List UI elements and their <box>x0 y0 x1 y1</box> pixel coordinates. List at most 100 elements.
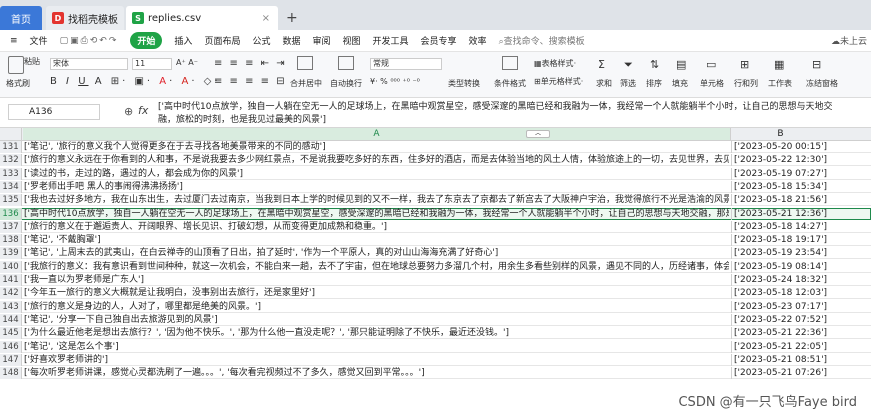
menu-file[interactable]: 文件 <box>30 34 48 47</box>
tab-home[interactable]: 首页 <box>0 6 42 30</box>
formula-input[interactable]: ['高中时代10点放学，独自一人躺在空无一人的足球场上，在黑暗中观赏星空，感受深… <box>158 101 838 127</box>
row-number[interactable]: 147 <box>0 353 22 366</box>
cell-b[interactable]: ['2023-05-21 12:36'] <box>731 207 831 220</box>
cell-b[interactable]: ['2023-05-24 18:32'] <box>731 274 831 286</box>
cell-a[interactable]: ['高中时代10点放学，独自一人躺在空无一人的足球场上，在黑暗中观赏星空，感受深… <box>23 208 729 220</box>
cell-a[interactable]: ['每次听罗老师讲课，感觉心灵都洗刷了一遍。。。', '每次看完视频过不了多久，… <box>23 367 729 379</box>
menu-member[interactable]: 会员专享 <box>421 34 457 47</box>
table-row[interactable]: 144 ['笔记', '分享一下自己独自出去旅游见到的风景'] ['2023-05-… <box>0 313 871 326</box>
align-buttons-bottom[interactable]: ≡ ≡ ≡ ≡ ⊟ <box>214 76 287 87</box>
row-col-button[interactable]: 行和列 <box>734 78 758 89</box>
hamburger-icon[interactable]: ≡ <box>10 36 18 46</box>
merge-center-button[interactable]: 合并居中 <box>290 78 322 89</box>
select-all-corner[interactable] <box>0 128 22 140</box>
name-box[interactable]: A136 <box>8 104 100 120</box>
row-number[interactable]: 144 <box>0 313 22 326</box>
align-buttons-top[interactable]: ≡ ≡ ≡ ⇤ ⇥ <box>214 58 287 69</box>
row-number[interactable]: 141 <box>0 274 22 286</box>
table-row[interactable]: 132 ['旅行的意义永远在于你看到的人和事，不是说我要去多少网红景点，不是说我要… <box>0 154 871 167</box>
table-row[interactable]: 145 ['为什么最近他老是想出去旅行？', '因为他不快乐。', '那为什么他一… <box>0 327 871 340</box>
cell-a[interactable]: ['罗老师出手吧 黑人的事闹得沸沸扬扬'] <box>23 181 729 193</box>
font-name-select[interactable]: 宋体 <box>50 58 128 70</box>
cloud-status[interactable]: ☁未上云 <box>831 34 867 47</box>
table-style-button[interactable]: ▦表格样式· <box>534 58 576 69</box>
sheet-button[interactable]: 工作表 <box>768 78 792 89</box>
fx-icon[interactable]: fx <box>138 104 148 117</box>
font-style-buttons[interactable]: B I U A ⊞· ▣· A· A· ◇· <box>50 76 221 87</box>
paste-icon[interactable] <box>8 56 24 74</box>
cell-a[interactable]: ['今年五一旅行的意义大概就是让我明白，没事别出去旅行，还是家里好'] <box>23 287 729 299</box>
menu-formula[interactable]: 公式 <box>252 34 270 47</box>
freeze-panes-button[interactable]: 冻结窗格 <box>806 78 838 89</box>
cell-b[interactable]: ['2023-05-19 08:14'] <box>731 260 831 273</box>
search-commands[interactable]: ⌕查找命令、搜索模板 <box>499 34 585 47</box>
cell-style-button[interactable]: ⊞单元格样式· <box>534 76 583 87</box>
cell-b[interactable]: ['2023-05-18 12:03'] <box>731 287 831 300</box>
row-number[interactable]: 145 <box>0 327 22 340</box>
table-row[interactable]: 140 ['我旅行的意义：我有意识看到世间种种，就这一次机会，不能白来一趟，去不了… <box>0 260 871 273</box>
menu-page-layout[interactable]: 页面布局 <box>204 34 240 47</box>
cell-a[interactable]: ['读过的书，走过的路，遇过的人，都会成为你的风景'] <box>23 168 729 180</box>
cell-a[interactable]: ['笔记', '不戴胸罩'] <box>23 234 729 246</box>
number-format-buttons[interactable]: ¥· % ⁰⁰⁰ ⁺⁰ ⁻⁰ <box>370 77 420 86</box>
cell-a[interactable]: ['为什么最近他老是想出去旅行？', '因为他不快乐。', '那为什么他一直没走… <box>23 327 729 339</box>
table-row[interactable]: 133 ['读过的书，走过的路，遇过的人，都会成为你的风景'] ['2023-05-… <box>0 167 871 180</box>
number-format-select[interactable]: 常规 <box>370 58 442 70</box>
font-size-buttons[interactable]: A⁺ A⁻ <box>176 58 198 67</box>
table-row[interactable]: 134 ['罗老师出手吧 黑人的事闹得沸沸扬扬'] ['2023-05-18 15:… <box>0 180 871 193</box>
menu-insert[interactable]: 插入 <box>174 34 192 47</box>
cell-b[interactable]: ['2023-05-18 21:56'] <box>731 194 831 207</box>
collapse-formula-icon[interactable]: ︿ <box>526 130 550 138</box>
menu-developer[interactable]: 开发工具 <box>373 34 409 47</box>
cell-a[interactable]: ['好喜欢罗老师讲的'] <box>23 354 729 366</box>
table-row[interactable]: 139 ['笔记', '上周末去的武夷山，在白云禅寺的山顶看了日出，拍了延时', … <box>0 247 871 260</box>
row-number[interactable]: 146 <box>0 340 22 353</box>
table-row[interactable]: 142 ['今年五一旅行的意义大概就是让我明白，没事别出去旅行，还是家里好'] ['… <box>0 287 871 300</box>
cell-b[interactable]: ['2023-05-21 22:05'] <box>731 340 831 353</box>
row-number[interactable]: 140 <box>0 260 22 273</box>
row-number[interactable]: 135 <box>0 194 22 207</box>
column-b-header[interactable]: B <box>730 128 830 140</box>
cell-a[interactable]: ['旅行的意义永远在于你看到的人和事，不是说我要去多少网红景点，不是说我要吃多好… <box>23 154 729 166</box>
cell-b[interactable]: ['2023-05-18 19:17'] <box>731 234 831 247</box>
row-number[interactable]: 137 <box>0 220 22 233</box>
cell-a[interactable]: ['旅行的意义是身边的人，人对了，哪里都是绝美的风景。'] <box>23 301 729 313</box>
menu-data[interactable]: 数据 <box>282 34 300 47</box>
menu-start[interactable]: 开始 <box>130 32 163 49</box>
cell-b[interactable]: ['2023-05-18 15:34'] <box>731 180 831 193</box>
row-number[interactable]: 132 <box>0 154 22 167</box>
fill-button[interactable]: 填充 <box>672 78 688 89</box>
row-number[interactable]: 136 <box>0 207 22 220</box>
menu-view[interactable]: 视图 <box>343 34 361 47</box>
cell-b[interactable]: ['2023-05-19 23:54'] <box>731 247 831 260</box>
table-row[interactable]: 137 ['旅行的意义在于邂逅贵人、开阔眼界、增长见识、打破幻想，从而变得更加成熟… <box>0 220 871 233</box>
new-tab-button[interactable]: + <box>286 6 302 30</box>
sort-button[interactable]: 排序 <box>646 78 662 89</box>
font-size-select[interactable]: 11 <box>132 58 172 70</box>
table-row[interactable]: 135 ['我也去过好多地方，我在山东出生，去过厦门去过南京，当我到日本上学的时候… <box>0 194 871 207</box>
cell-a[interactable]: ['笔记', '上周末去的武夷山，在白云禅寺的山顶看了日出，拍了延时', '作为… <box>23 247 729 259</box>
table-row[interactable]: 147 ['好喜欢罗老师讲的'] ['2023-05-21 08:51'] <box>0 353 871 366</box>
row-number[interactable]: 138 <box>0 234 22 247</box>
table-row[interactable]: 131 ['笔记', '旅行的意义我个人觉得更多在于去寻找各地美景带来的不同的感动… <box>0 141 871 154</box>
conditional-format-button[interactable]: 条件格式 <box>494 78 526 89</box>
close-tab-icon[interactable]: × <box>262 13 270 24</box>
row-number[interactable]: 143 <box>0 300 22 313</box>
format-painter-button[interactable]: 格式刷 <box>6 78 30 89</box>
type-convert-button[interactable]: 类型转换 <box>448 78 480 89</box>
sum-button[interactable]: 求和 <box>596 78 612 89</box>
zoom-icon[interactable]: ⊕ <box>124 105 133 118</box>
table-row[interactable]: 148 ['每次听罗老师讲课，感觉心灵都洗刷了一遍。。。', '每次看完视频过不了… <box>0 367 871 380</box>
quick-access-icons[interactable]: ▢▣⎙⟲↶↷ <box>60 36 119 46</box>
cell-a[interactable]: ['笔记', '这是怎么个事'] <box>23 341 729 353</box>
table-row[interactable]: 138 ['笔记', '不戴胸罩'] ['2023-05-18 19:17'] <box>0 234 871 247</box>
table-row[interactable]: 143 ['旅行的意义是身边的人，人对了，哪里都是绝美的风景。'] ['2023-0… <box>0 300 871 313</box>
menu-efficiency[interactable]: 效率 <box>469 34 487 47</box>
cell-b[interactable]: ['2023-05-20 00:15'] <box>731 141 831 153</box>
tab-replies-csv[interactable]: S replies.csv × <box>126 6 278 30</box>
column-a-header[interactable]: A <box>23 128 730 140</box>
row-number[interactable]: 131 <box>0 141 22 153</box>
cell-b[interactable]: ['2023-05-21 22:36'] <box>731 327 831 340</box>
row-number[interactable]: 148 <box>0 367 22 380</box>
cell-b[interactable]: ['2023-05-21 07:26'] <box>731 367 831 380</box>
